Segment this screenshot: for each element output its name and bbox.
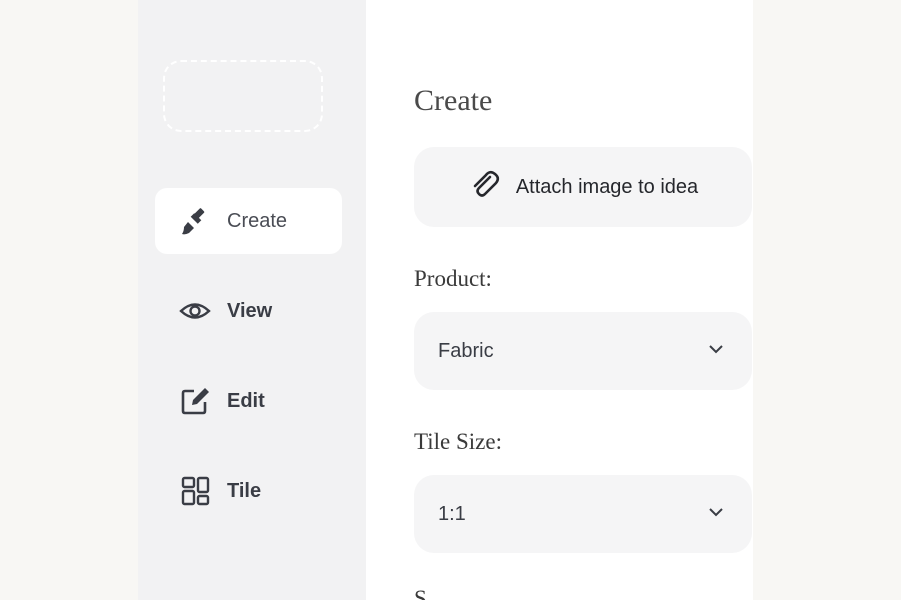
page-title: Create (414, 84, 493, 117)
product-select[interactable]: Fabric (414, 312, 752, 390)
paperclip-icon (468, 168, 502, 207)
sidebar-item-edit[interactable]: Edit (155, 368, 342, 434)
product-select-value: Fabric (438, 339, 494, 362)
logo-placeholder[interactable] (163, 60, 323, 132)
sidebar-item-label: Edit (227, 389, 265, 412)
paintbrush-icon (179, 205, 211, 237)
tile-size-select[interactable]: 1:1 (414, 475, 752, 553)
chevron-down-icon (706, 502, 752, 527)
attach-image-label: Attach image to idea (515, 175, 699, 198)
sidebar-item-label: Tile (227, 479, 262, 502)
chevron-down-icon (706, 339, 752, 364)
eye-icon (179, 295, 211, 327)
attach-image-button[interactable]: Attach image to idea (414, 147, 752, 227)
main-panel: Create Attach image to idea Product: Fab… (366, 0, 753, 600)
sidebar: Create View Edit Tile (138, 0, 366, 600)
edit-square-icon (179, 385, 211, 417)
next-field-label: S (414, 586, 427, 600)
sidebar-item-create[interactable]: Create (155, 188, 342, 254)
sidebar-item-label: View (227, 299, 273, 322)
dashboard-icon (179, 475, 211, 507)
sidebar-item-tile[interactable]: Tile (155, 458, 342, 524)
tile-size-label: Tile Size: (414, 429, 502, 454)
sidebar-item-label: Create (227, 209, 288, 232)
tile-size-select-value: 1:1 (438, 502, 466, 525)
sidebar-item-view[interactable]: View (155, 278, 342, 344)
product-label: Product: (414, 266, 492, 291)
